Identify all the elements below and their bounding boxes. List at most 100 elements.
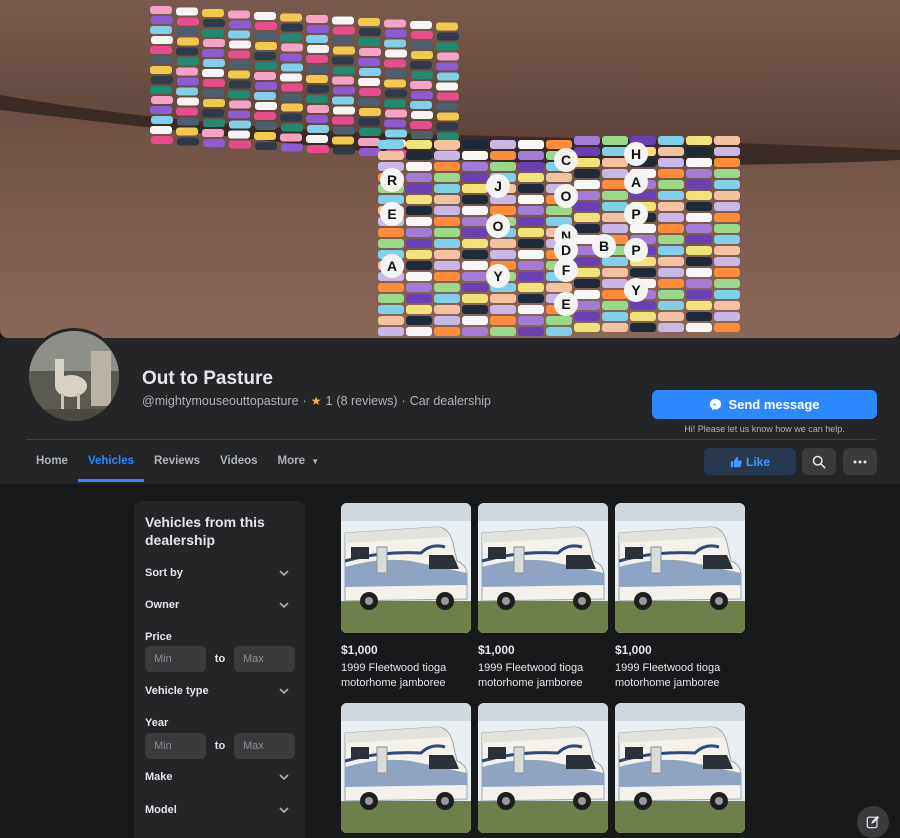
bracelet-bead (151, 96, 173, 104)
bracelet-bead (462, 283, 488, 292)
bracelet-bead (411, 51, 433, 59)
bracelet-bead (177, 97, 199, 106)
bracelet-bead (306, 95, 328, 103)
model-dropdown[interactable]: Model (145, 800, 290, 820)
bracelet-bead (307, 105, 329, 113)
send-message-button[interactable]: Send message (652, 390, 877, 419)
letter-bead: O (486, 214, 510, 238)
bracelet-bead (378, 305, 404, 314)
svg-text:Y: Y (493, 268, 503, 284)
bracelet-bead (406, 272, 432, 281)
ellipsis-icon (853, 460, 867, 463)
bracelet-bead (410, 61, 432, 69)
bracelet-bead (151, 76, 173, 84)
bracelet-bead (574, 257, 600, 266)
bracelet-bead (434, 173, 460, 182)
bracelet-bead (434, 283, 460, 292)
listing-card[interactable]: $1,000 1999 Fleetwood tioga motorhome ja… (478, 503, 608, 691)
bracelet-bead (378, 327, 404, 336)
tab-reviews[interactable]: Reviews (144, 442, 210, 482)
letter-bead: P (624, 202, 648, 226)
bracelet-bead (630, 323, 656, 332)
more-options-button[interactable] (843, 448, 877, 475)
bracelet-bead (518, 261, 544, 270)
bracelet-bead (378, 151, 404, 160)
bracelet-bead (378, 294, 404, 303)
owner-dropdown[interactable]: Owner (145, 595, 290, 615)
bracelet-bead (332, 56, 354, 65)
bracelet-bead (658, 301, 684, 310)
listing-card[interactable]: $1,000 1999 Fleetwood tioga motorhome ja… (341, 503, 471, 691)
bracelet-bead (378, 283, 404, 292)
bracelet-bead (280, 133, 302, 142)
bracelet-bead (332, 16, 354, 25)
bracelet-bead (229, 40, 251, 49)
like-button[interactable]: Like (704, 448, 796, 475)
bracelet-bead (602, 279, 628, 288)
bracelet-bead (434, 228, 460, 237)
bracelet-bead (434, 206, 460, 215)
search-button[interactable] (802, 448, 836, 475)
bracelet-bead (686, 312, 712, 321)
bracelet-bead (378, 316, 404, 325)
compose-button[interactable] (857, 806, 889, 838)
bracelet-bead (255, 142, 277, 150)
bracelet-bead (229, 60, 251, 69)
tab-videos[interactable]: Videos (210, 442, 268, 482)
profile-picture[interactable] (26, 328, 122, 424)
listing-card[interactable] (341, 703, 471, 833)
bracelet-bead (406, 140, 432, 149)
rating-value: 1 (325, 394, 333, 408)
bracelet-bead (714, 268, 740, 277)
vehicle-type-dropdown[interactable]: Vehicle type (145, 681, 290, 701)
listing-card[interactable] (478, 703, 608, 833)
bracelet-bead (462, 239, 488, 248)
price-min-input[interactable] (145, 646, 206, 672)
bracelet-bead (630, 268, 656, 277)
sort-by-dropdown[interactable]: Sort by (145, 563, 290, 583)
bracelet-bead (434, 217, 460, 226)
bracelet-bead (714, 213, 740, 222)
bracelet-bead (406, 173, 432, 182)
bracelet-bead (406, 195, 432, 204)
tab-vehicles[interactable]: Vehicles (77, 442, 145, 482)
listing-card[interactable] (615, 703, 745, 833)
bracelet-bead (574, 224, 600, 233)
bracelet-bead (280, 73, 302, 82)
bracelet-bead (150, 66, 172, 74)
bracelet-bead (518, 195, 544, 204)
bracelet-bead (228, 130, 250, 139)
bracelet-bead (574, 312, 600, 321)
bracelet-bead (714, 147, 740, 156)
tab-home[interactable]: Home (26, 442, 78, 482)
bracelet-bead (518, 206, 544, 215)
bracelet-bead (385, 89, 407, 98)
price-max-input[interactable] (233, 646, 295, 672)
year-max-input[interactable] (233, 733, 295, 759)
bracelet-bead (490, 327, 516, 336)
bracelet-bead (462, 162, 488, 171)
year-min-input[interactable] (145, 733, 206, 759)
bracelet-bead (202, 49, 224, 57)
bracelet-bead (602, 158, 628, 167)
letter-bead: J (486, 174, 510, 198)
bracelet-bead (437, 72, 459, 81)
bracelet-bead (686, 202, 712, 211)
bracelet-bead (686, 235, 712, 244)
bracelet-bead (385, 109, 407, 118)
bracelet-bead (434, 195, 460, 204)
make-dropdown[interactable]: Make (145, 767, 290, 787)
listing-card[interactable]: $1,000 1999 Fleetwood tioga motorhome ja… (615, 503, 745, 691)
bracelet-bead (436, 22, 458, 31)
tab-more[interactable]: More ▼ (268, 442, 330, 482)
bracelet-bead (686, 180, 712, 189)
bracelet-bead (686, 257, 712, 266)
bracelet-bead (518, 294, 544, 303)
bracelet-bead (686, 224, 712, 233)
bracelet-bead (307, 145, 329, 153)
reviews-count[interactable]: (8 reviews) (336, 394, 397, 408)
bracelet-bead (306, 135, 328, 143)
bracelet-bead (411, 91, 433, 99)
bracelet-bead (406, 261, 432, 270)
bracelet-bead (658, 257, 684, 266)
